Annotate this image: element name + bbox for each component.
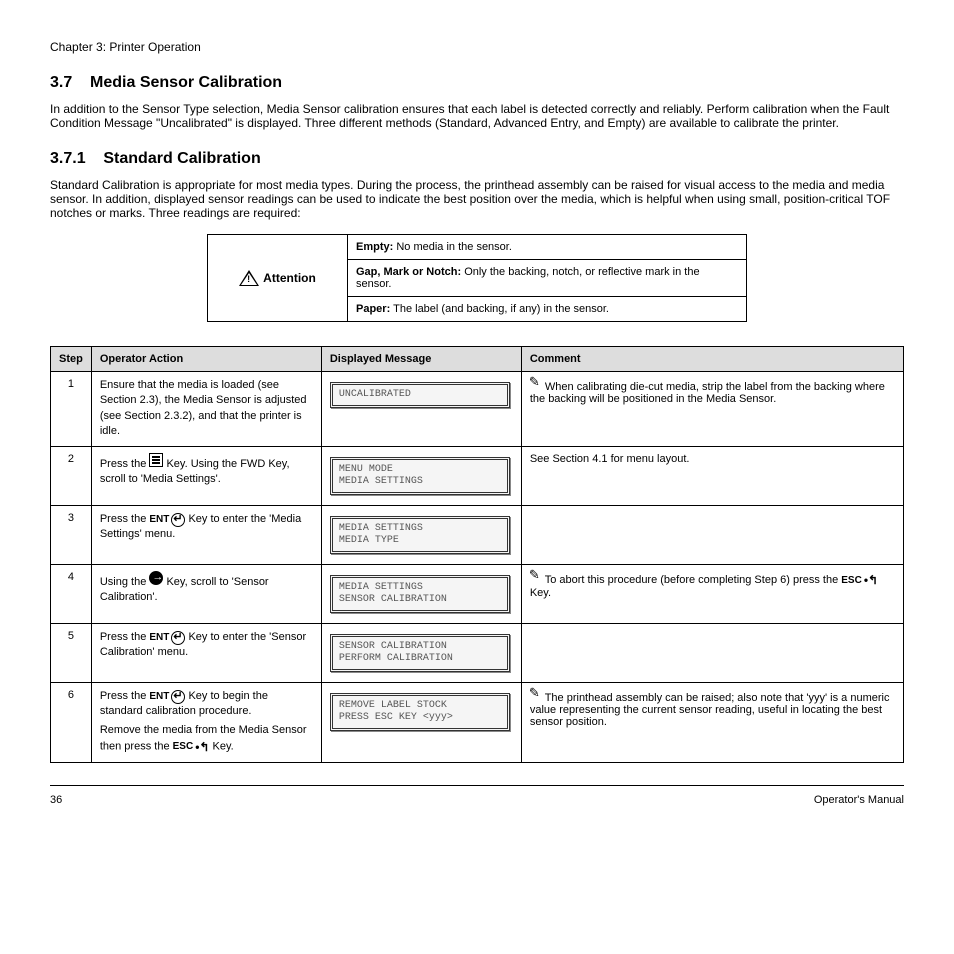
comment-text: The printhead assembly can be raised; al…	[530, 692, 890, 728]
lcd-line: PRESS ESC KEY <yyy>	[339, 712, 501, 724]
chapter-title: Chapter 3: Printer Operation	[50, 40, 904, 54]
lcd-line: SENSOR CALIBRATION	[339, 641, 501, 653]
col-display: Displayed Message	[321, 347, 521, 372]
esc-icon: ESC•↰	[841, 573, 878, 587]
calibration-steps-table: Step Operator Action Displayed Message C…	[50, 346, 904, 763]
lcd-line: REMOVE LABEL STOCK	[339, 700, 501, 712]
lcd-line: SENSOR CALIBRATION	[339, 594, 501, 606]
note-icon	[530, 378, 542, 390]
fwd-icon	[149, 571, 163, 585]
lcd-line: MEDIA SETTINGS	[339, 523, 501, 535]
lcd-line: MEDIA TYPE	[339, 535, 501, 547]
lcd-display: MEDIA SETTINGS MEDIA TYPE	[330, 516, 510, 554]
section-heading: 3.7 Media Sensor Calibration	[50, 74, 904, 92]
table-row: 4 Using the Key, scroll to 'Sensor Calib…	[51, 564, 904, 623]
step-num: 2	[51, 446, 92, 505]
table-row: 3 Press the ENT Key to enter the 'Media …	[51, 505, 904, 564]
note-icon	[530, 571, 542, 583]
table-row: 5 Press the ENT Key to enter the 'Sensor…	[51, 623, 904, 682]
section-intro: In addition to the Sensor Type selection…	[50, 102, 904, 130]
step-num: 4	[51, 564, 92, 623]
op-text-before: Press the	[100, 631, 150, 643]
step-num: 5	[51, 623, 92, 682]
attn-row1-left: Empty:	[356, 241, 393, 253]
section-title: Media Sensor Calibration	[90, 74, 282, 91]
subsection-intro: Standard Calibration is appropriate for …	[50, 178, 904, 220]
step-num: 1	[51, 372, 92, 447]
op-text: Ensure that the media is loaded (see Sec…	[100, 378, 313, 440]
attn-row3-left: Paper:	[356, 303, 390, 315]
attention-label: Attention	[263, 271, 316, 285]
page-footer: 36 Operator's Manual	[50, 794, 904, 806]
step-num: 3	[51, 505, 92, 564]
col-comment: Comment	[521, 347, 903, 372]
esc-icon: ESC•↰	[173, 739, 210, 756]
ent-icon: ENT	[149, 631, 185, 645]
warning-icon: !	[239, 270, 259, 286]
footer-rule	[50, 785, 904, 786]
op-text-before: Using the	[100, 576, 150, 588]
lcd-line: MEDIA SETTINGS	[339, 476, 501, 488]
op-text-before: Press the	[100, 458, 150, 470]
menu-icon	[149, 453, 163, 467]
ent-icon: ENT	[149, 690, 185, 704]
lcd-display: REMOVE LABEL STOCK PRESS ESC KEY <yyy>	[330, 693, 510, 731]
lcd-display: UNCALIBRATED	[330, 382, 510, 408]
comment-pre: To abort this procedure (before completi…	[545, 574, 842, 586]
footer-right-text: Operator's Manual	[814, 794, 904, 806]
comment-text: See Section 4.1 for menu layout.	[530, 453, 690, 465]
lcd-line: MEDIA SETTINGS	[339, 582, 501, 594]
comment-post: Key.	[530, 587, 551, 599]
subsection-heading: 3.7.1 Standard Calibration	[50, 150, 904, 168]
ent-icon: ENT	[149, 513, 185, 527]
section-number: 3.7	[50, 74, 72, 91]
attn-row3-right: The label (and backing, if any) in the s…	[393, 303, 609, 315]
op-text-before: Press the	[100, 690, 150, 702]
attn-row1-right: No media in the sensor.	[396, 241, 512, 253]
subsection-number: 3.7.1	[50, 150, 86, 167]
note-icon	[530, 689, 542, 701]
lcd-display: SENSOR CALIBRATION PERFORM CALIBRATION	[330, 634, 510, 672]
lcd-display: MEDIA SETTINGS SENSOR CALIBRATION	[330, 575, 510, 613]
table-row: 6 Press the ENT Key to begin the standar…	[51, 682, 904, 762]
col-step: Step	[51, 347, 92, 372]
attn-row2-left: Gap, Mark or Notch:	[356, 266, 461, 278]
lcd-line: UNCALIBRATED	[339, 389, 501, 401]
lcd-display: MENU MODE MEDIA SETTINGS	[330, 457, 510, 495]
subsection-title: Standard Calibration	[103, 150, 260, 167]
col-operator: Operator Action	[91, 347, 321, 372]
comment-text: When calibrating die-cut media, strip th…	[530, 381, 885, 405]
op-extra-post: Key.	[213, 740, 234, 752]
table-row: 2 Press the Key. Using the FWD Key, scro…	[51, 446, 904, 505]
attention-box: ! Attention Empty: No media in the senso…	[207, 234, 747, 322]
footer-page-number: 36	[50, 794, 62, 806]
lcd-line: PERFORM CALIBRATION	[339, 653, 501, 665]
table-row: 1 Ensure that the media is loaded (see S…	[51, 372, 904, 447]
lcd-line: MENU MODE	[339, 464, 501, 476]
step-num: 6	[51, 682, 92, 762]
op-text-before: Press the	[100, 513, 150, 525]
